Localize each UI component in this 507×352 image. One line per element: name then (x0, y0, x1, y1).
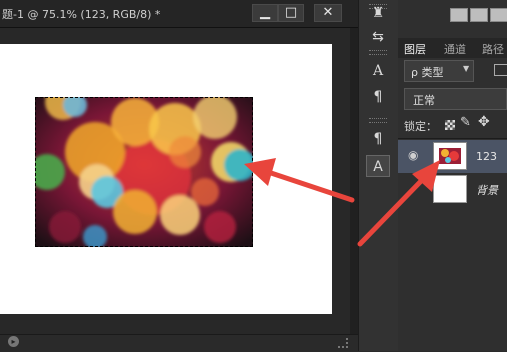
annotation-overlay (244, 158, 440, 247)
annotation-arrow-thumbnail (357, 160, 440, 247)
annotation-arrow-canvas (244, 158, 355, 203)
